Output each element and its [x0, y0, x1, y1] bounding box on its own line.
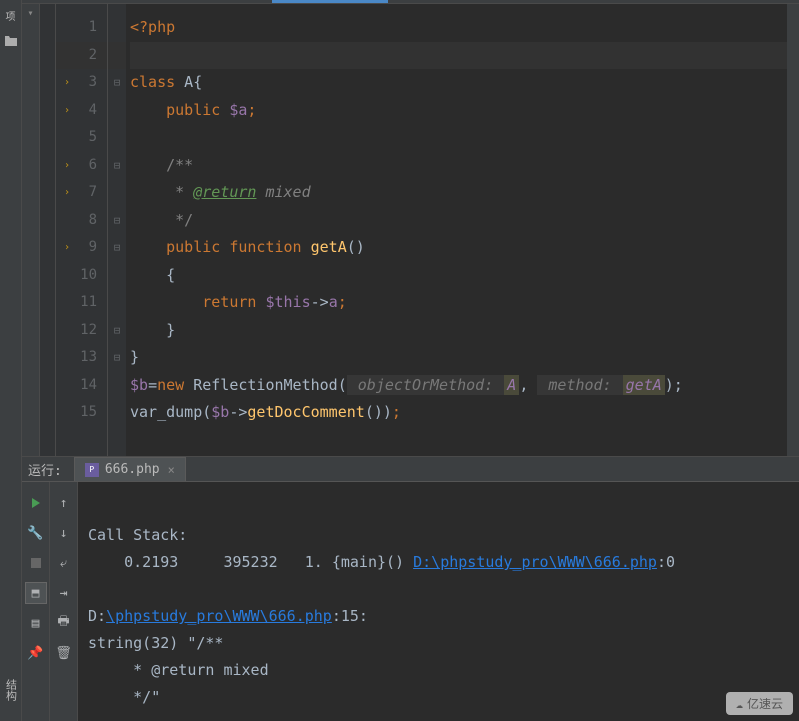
marker-column: › › › › ›	[40, 4, 56, 456]
php-file-icon: P	[85, 463, 99, 477]
line-number: 9	[56, 234, 107, 262]
print-icon[interactable]: 🖶	[53, 612, 75, 634]
project-collapse-button[interactable]: ▾	[22, 4, 40, 456]
code-area[interactable]: <?php class A{ public $a; /** * @return …	[126, 4, 787, 456]
file-link[interactable]: \phpstudy_pro\WWW\666.php	[106, 607, 332, 625]
line-number: 13	[56, 344, 107, 372]
line-number: 5	[56, 124, 107, 152]
run-toolbar-left: 🔧 ⬒ ▤ 📌	[22, 482, 50, 721]
run-label: 运行:	[28, 460, 62, 479]
active-tab-indicator	[272, 0, 388, 3]
line-number-gutter: 1 2 3 4 5 6 7 8 9 10 11 12 13 14 15	[56, 4, 108, 456]
line-number: 14	[56, 372, 107, 400]
folder-icon[interactable]	[2, 32, 20, 50]
line-number: 4	[56, 97, 107, 125]
editor[interactable]: ▾ › › › › › 1 2 3 4 5 6 7 8 9	[22, 4, 799, 456]
file-link[interactable]: D:\phpstudy_pro\WWW\666.php	[413, 553, 657, 571]
line-number: 1	[56, 14, 107, 42]
run-header: 运行: P 666.php ×	[22, 457, 799, 482]
run-panel: 运行: P 666.php × 🔧 ⬒ ▤ 📌 ↑ ↓ ⤶ ⇥ 🖶	[22, 456, 799, 721]
watermark-text: 亿速云	[747, 695, 783, 712]
line-number: 7	[56, 179, 107, 207]
line-number: 15	[56, 399, 107, 427]
line-number: 3	[56, 69, 107, 97]
trash-icon[interactable]: 🗑	[53, 642, 75, 664]
run-toolbar-right: ↑ ↓ ⤶ ⇥ 🖶 🗑	[50, 482, 78, 721]
chevron-down-icon: ▾	[27, 8, 33, 19]
wrench-icon[interactable]: 🔧	[25, 522, 47, 544]
pin-icon[interactable]: 📌	[25, 642, 47, 664]
cloud-icon: ☁	[736, 697, 743, 711]
project-icon[interactable]: 项	[2, 6, 20, 24]
main-area: ▾ › › › › › 1 2 3 4 5 6 7 8 9	[22, 0, 799, 721]
stop-button[interactable]	[25, 552, 47, 574]
console-output[interactable]: Call Stack: 0.2193 395232 1. {main}() D:…	[78, 482, 799, 721]
close-icon[interactable]: ×	[168, 463, 175, 477]
left-tool-sidebar: 项 结构	[0, 0, 22, 721]
line-number: 8	[56, 207, 107, 235]
structure-tool-label[interactable]: 结构	[3, 679, 19, 701]
line-number: 12	[56, 317, 107, 345]
line-number: 6	[56, 152, 107, 180]
up-arrow-icon[interactable]: ↑	[53, 492, 75, 514]
scroll-to-end-icon[interactable]: ⇥	[53, 582, 75, 604]
run-button[interactable]	[25, 492, 47, 514]
editor-scrollbar[interactable]	[787, 4, 799, 456]
line-number: 2	[56, 42, 107, 70]
layout-button[interactable]: ⬒	[25, 582, 47, 604]
line-number: 11	[56, 289, 107, 317]
run-tab[interactable]: P 666.php ×	[74, 457, 186, 481]
line-number: 10	[56, 262, 107, 290]
soft-wrap-icon[interactable]: ⤶	[53, 552, 75, 574]
run-tab-name: 666.php	[105, 462, 160, 477]
run-body: 🔧 ⬒ ▤ 📌 ↑ ↓ ⤶ ⇥ 🖶 🗑 Call Stack: 0.2193 3…	[22, 482, 799, 721]
fold-gutter[interactable]: ⊟ ⊟ ⊟ ⊟ ⊟ ⊟	[108, 4, 126, 456]
layout-icon[interactable]: ▤	[25, 612, 47, 634]
down-arrow-icon[interactable]: ↓	[53, 522, 75, 544]
watermark: ☁ 亿速云	[726, 692, 793, 715]
